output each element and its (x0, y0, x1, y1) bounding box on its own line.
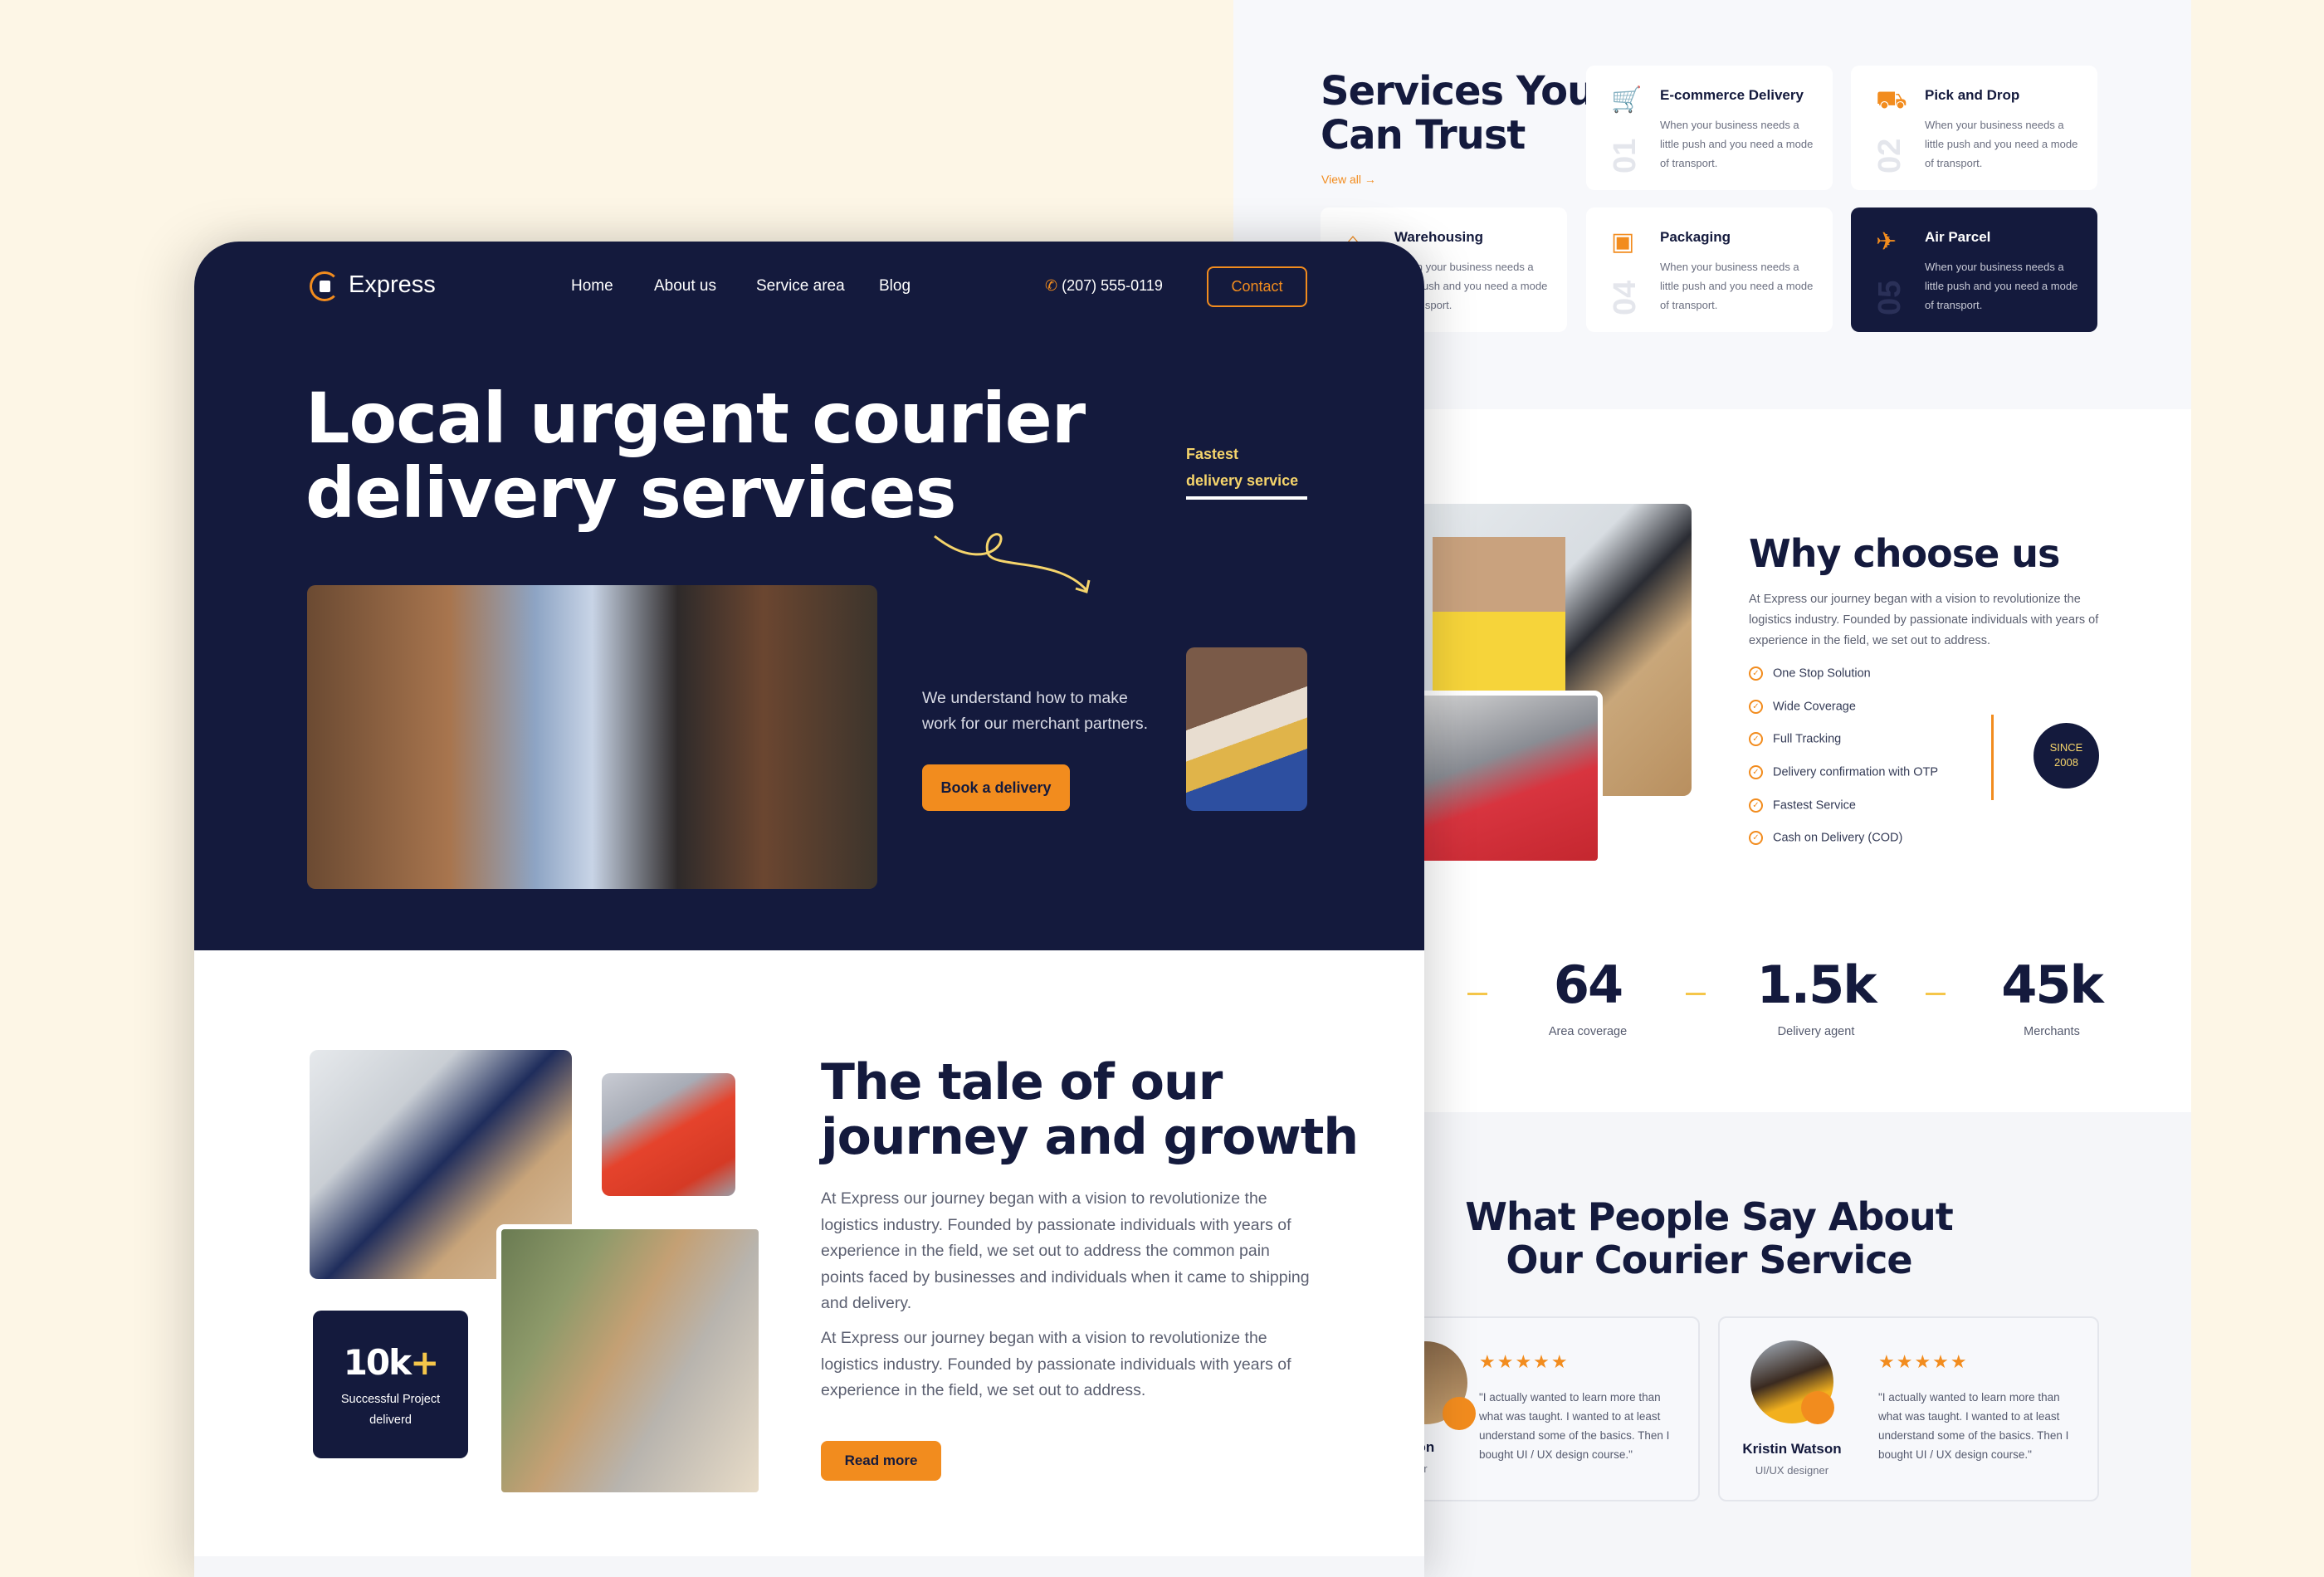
check-icon: ✓ (1749, 765, 1763, 779)
phone-icon: ✆ (1045, 277, 1058, 294)
services-title: Services You Can Trust (1321, 68, 1595, 159)
stat-area-coverage: 64 Area coverage (1548, 954, 1628, 1038)
courier-phone-photo (602, 1073, 735, 1196)
feature-item: ✓ Fastest Service (1749, 798, 1856, 813)
check-icon: ✓ (1749, 732, 1763, 746)
stat-delivery-agent: 1.5k Delivery agent (1756, 954, 1877, 1038)
feature-item: ✓ Full Tracking (1749, 732, 1841, 746)
check-icon: ✓ (1749, 798, 1763, 813)
courier-doorbell-photo (496, 1224, 764, 1497)
card-title: Air Parcel (1925, 229, 1991, 245)
since-badge: SINCE 2008 (2034, 723, 2099, 788)
card-number: 04 (1608, 280, 1643, 315)
box-icon: ▣ (1611, 228, 1635, 256)
testimonial-quote: "I actually wanted to learn more than wh… (1878, 1391, 2069, 1461)
phone-number[interactable]: ✆ (207) 555-0119 (1045, 277, 1163, 295)
stat-dash (1467, 993, 1487, 995)
couriers-red-shirts-photo (1399, 691, 1603, 866)
check-icon: ✓ (1749, 666, 1763, 681)
plane-icon: ✈ (1876, 228, 1897, 256)
check-icon: ✓ (1749, 700, 1763, 714)
nav-about-us[interactable]: About us (654, 277, 716, 295)
divider (1991, 715, 1994, 800)
hero-tagline: Fastest delivery service (1186, 446, 1299, 489)
service-card[interactable]: ⛟ 02 Pick and Drop When your business needs… (1851, 66, 2097, 190)
home-page-preview: Express Home About us Service area Blog … (194, 242, 1424, 1577)
truck-icon: ⛟ (1876, 86, 1907, 114)
brand-logo[interactable]: Express (349, 271, 436, 299)
feature-item: ✓ Wide Coverage (1749, 700, 1856, 714)
squiggle-arrow-icon (934, 533, 1091, 593)
card-title: E-commerce Delivery (1660, 87, 1804, 103)
card-number: 02 (1872, 138, 1907, 173)
feature-item: ✓ Cash on Delivery (COD) (1749, 831, 1902, 845)
check-icon: ✓ (1749, 831, 1763, 845)
reviewer-role: UI/UX designer (1755, 1464, 1829, 1477)
card-desc: When your business needs a little push a… (1660, 261, 1814, 311)
courier-envelopes-photo (1186, 647, 1307, 811)
view-all-link[interactable]: View all → (1321, 173, 1376, 186)
testimonial-card: Kristin Watson UI/UX designer ★★★★★ "I a… (1718, 1316, 2099, 1501)
arrow-right-icon: → (1364, 173, 1376, 186)
next-section-edge (194, 1556, 1424, 1577)
why-desc: At Express our journey began with a visi… (1749, 593, 2099, 647)
story-paragraph: At Express our journey began with a visi… (821, 1329, 1291, 1399)
tagline-underline (1186, 496, 1307, 500)
nav-blog[interactable]: Blog (879, 277, 911, 295)
card-number: 01 (1608, 138, 1643, 173)
service-card[interactable]: ▣ 04 Packaging When your business needs a l… (1586, 208, 1833, 332)
avatar-accent (1801, 1391, 1834, 1424)
card-desc: When your business needs a little push a… (1925, 261, 2078, 311)
card-desc: When your business needs a little push a… (1660, 119, 1814, 169)
hero-text: We understand how to make work for our me… (922, 689, 1149, 733)
rating-stars-icon: ★★★★★ (1479, 1351, 1570, 1372)
testimonials-title: What People Say About Our Courier Service (1465, 1194, 1954, 1282)
story-paragraph: At Express our journey began with a visi… (821, 1189, 1310, 1312)
stat-dash (1926, 993, 1946, 995)
card-title: Packaging (1660, 229, 1731, 245)
nav-home[interactable]: Home (571, 277, 613, 295)
contact-button[interactable]: Contact (1207, 266, 1307, 307)
feature-item: ✓ Delivery confirmation with OTP (1749, 765, 1938, 779)
cart-icon: 🛒 (1611, 86, 1643, 114)
feature-item: ✓ One Stop Solution (1749, 666, 1871, 681)
nav-service-area[interactable]: Service area (756, 277, 845, 295)
stat-merchants: 45k Merchants (2001, 954, 2104, 1038)
why-title: Why choose us (1749, 531, 2060, 576)
stat-dash (1686, 993, 1706, 995)
testimonial-quote: "I actually wanted to learn more than wh… (1479, 1391, 1670, 1461)
card-desc: When your business needs a little push a… (1925, 119, 2078, 169)
avatar-accent (1443, 1397, 1476, 1430)
card-number: 05 (1872, 280, 1907, 315)
card-title: Pick and Drop (1925, 87, 2020, 103)
service-card[interactable]: 🛒 01 E-commerce Delivery When your business… (1586, 66, 1833, 190)
handshake-photo (307, 585, 877, 889)
rating-stars-icon: ★★★★★ (1878, 1351, 1969, 1372)
hero-title: Local urgent courier delivery services (305, 378, 1086, 534)
logo-icon (310, 271, 339, 301)
projects-stat-card: 10k+ Successful Project deliverd (313, 1311, 468, 1458)
read-more-button[interactable]: Read more (821, 1441, 941, 1481)
story-title: The tale of our journey and growth (821, 1053, 1359, 1166)
book-delivery-button[interactable]: Book a delivery (922, 764, 1070, 811)
service-card-active[interactable]: ✈ 05 Air Parcel When your business needs a … (1851, 208, 2097, 332)
reviewer-name: Kristin Watson (1742, 1441, 1842, 1457)
